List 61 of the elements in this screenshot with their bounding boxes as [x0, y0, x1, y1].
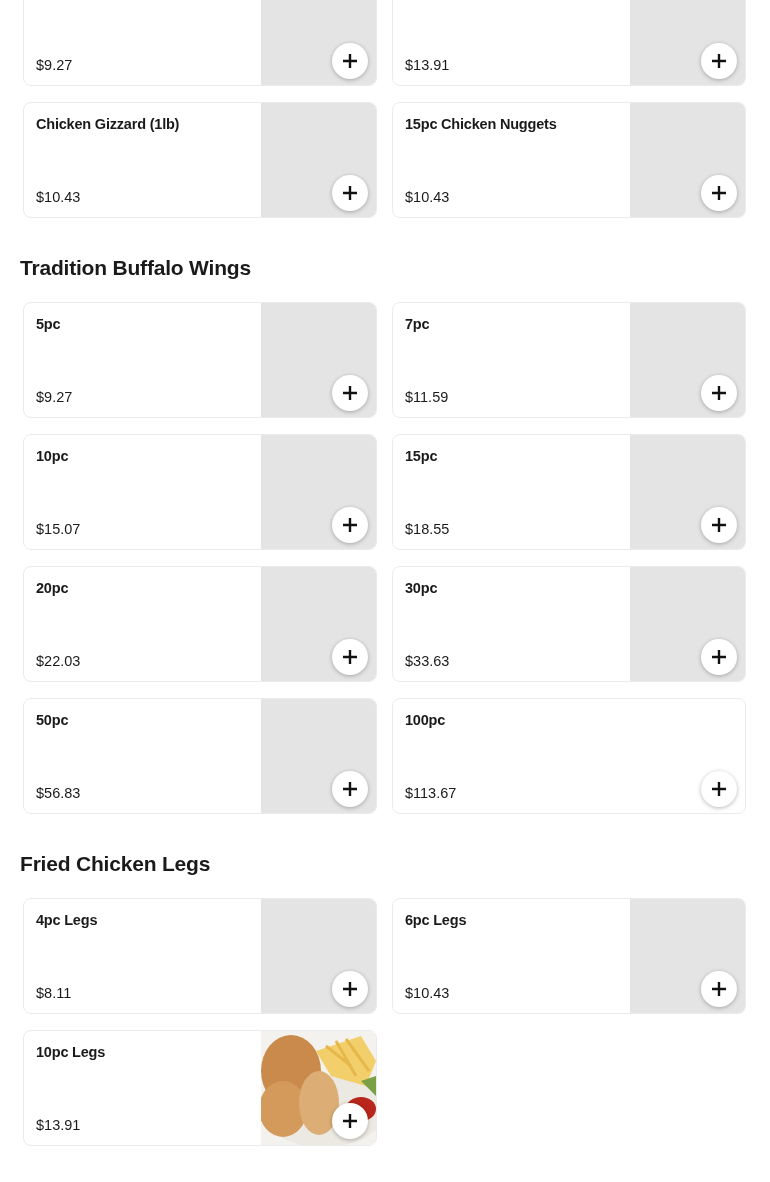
plus-icon: [342, 1113, 358, 1129]
plus-icon: [342, 649, 358, 665]
plus-icon: [711, 185, 727, 201]
item-price: $9.27: [36, 57, 73, 73]
plus-icon: [711, 385, 727, 401]
item-price: $10.43: [36, 189, 81, 205]
plus-icon: [711, 517, 727, 533]
item-price: $10.43: [405, 189, 450, 205]
item-name: 50pc: [36, 712, 69, 728]
item-price: $9.27: [36, 389, 73, 405]
item-price: $22.03: [36, 653, 81, 669]
item-name: Chicken Gizzard (1lb): [36, 116, 180, 132]
menu-item-card[interactable]: $13.91: [392, 0, 746, 86]
menu-item-card[interactable]: 20pc $22.03: [23, 566, 377, 682]
plus-icon: [711, 53, 727, 69]
item-name: 5pc: [36, 316, 61, 332]
plus-icon: [342, 53, 358, 69]
menu-item-card[interactable]: 50pc $56.83: [23, 698, 377, 814]
item-name: 30pc: [405, 580, 438, 596]
item-name: 15pc Chicken Nuggets: [405, 116, 557, 132]
item-price: $113.67: [405, 785, 457, 801]
item-price: $18.55: [405, 521, 450, 537]
menu-item-card[interactable]: 10pc Legs $13.91: [23, 1030, 377, 1146]
menu-item-card[interactable]: 5pc $9.27: [23, 302, 377, 418]
item-price: $10.43: [405, 985, 450, 1001]
menu-item-card[interactable]: 15pc $18.55: [392, 434, 746, 550]
menu-item-card[interactable]: 7pc $11.59: [392, 302, 746, 418]
section-heading: Tradition Buffalo Wings: [20, 256, 252, 280]
section-heading: Fried Chicken Legs: [20, 852, 212, 876]
item-price: $11.59: [405, 389, 449, 405]
item-name: 7pc: [405, 316, 430, 332]
item-name: 20pc: [36, 580, 69, 596]
menu-item-card[interactable]: 6pc Legs $10.43: [392, 898, 746, 1014]
menu-item-card[interactable]: 10pc $15.07: [23, 434, 377, 550]
plus-icon: [711, 781, 727, 797]
plus-icon: [342, 981, 358, 997]
item-price: $8.11: [36, 985, 72, 1001]
item-name: 10pc Legs: [36, 1044, 106, 1060]
menu-item-card[interactable]: 100pc $113.67: [392, 698, 746, 814]
add-button[interactable]: [701, 771, 737, 807]
item-price: $13.91: [36, 1117, 81, 1133]
menu-item-card[interactable]: 4pc Legs $8.11: [23, 898, 377, 1014]
item-name: 10pc: [36, 448, 69, 464]
item-name: 15pc: [405, 448, 438, 464]
menu-item-card[interactable]: 15pc Chicken Nuggets $10.43: [392, 102, 746, 218]
plus-icon: [342, 781, 358, 797]
item-price: $15.07: [36, 521, 81, 537]
item-name: 6pc Legs: [405, 912, 467, 928]
item-name: 100pc: [405, 712, 446, 728]
item-price: $56.83: [36, 785, 81, 801]
plus-icon: [342, 385, 358, 401]
item-price: $13.91: [405, 57, 450, 73]
plus-icon: [711, 649, 727, 665]
plus-icon: [342, 517, 358, 533]
menu-item-card[interactable]: 30pc $33.63: [392, 566, 746, 682]
item-name: 4pc Legs: [36, 912, 98, 928]
item-price: $33.63: [405, 653, 450, 669]
plus-icon: [342, 185, 358, 201]
menu-item-card[interactable]: Chicken Gizzard (1lb) $10.43: [23, 102, 377, 218]
plus-icon: [711, 981, 727, 997]
menu-item-card[interactable]: $9.27: [23, 0, 377, 86]
